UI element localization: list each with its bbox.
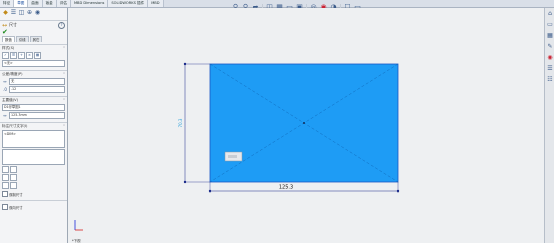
feature-manager-icon[interactable]: ◆ bbox=[2, 9, 9, 16]
property-manager-icon[interactable]: ☰ bbox=[10, 9, 17, 16]
tab-leaders[interactable]: 引线 bbox=[15, 36, 29, 42]
dual-dimension-row: 双制尺寸 bbox=[2, 191, 65, 197]
property-manager: ◆ ☰ ◫ ⊕ ◉ ↔ 尺寸 ? ✔ 数值 引线 其它 样式(S) ˄ ✓ ☰ +… bbox=[0, 8, 68, 243]
tab-0[interactable]: 特征 bbox=[0, 0, 15, 7]
tab-4[interactable]: 评估 bbox=[56, 0, 71, 7]
tab-value[interactable]: 数值 bbox=[2, 36, 15, 42]
configuration-manager-icon[interactable]: ◫ bbox=[18, 9, 25, 16]
dimension-text-title: 标注尺寸文字(I) bbox=[2, 124, 28, 128]
sketch-canvas[interactable]: 70.3 125.3 bbox=[68, 8, 544, 243]
ok-button[interactable]: ✔ bbox=[0, 29, 67, 36]
horizontal-dimension-text[interactable]: 125.3 bbox=[279, 185, 293, 191]
style-save-icon[interactable]: ▦ bbox=[34, 52, 41, 59]
pm-title: 尺寸 bbox=[9, 22, 18, 27]
dimension-value-icon: ↔ bbox=[3, 113, 7, 118]
two-way-checkbox[interactable] bbox=[2, 204, 8, 210]
align-left-button[interactable] bbox=[2, 166, 9, 173]
tolerance-type-icon: ↔ bbox=[3, 79, 7, 84]
dimension-endpoint[interactable] bbox=[183, 180, 187, 184]
dual-dimension-checkbox[interactable] bbox=[2, 191, 8, 197]
dimension-text-section: 标注尺寸文字(I) ˄ <DIM> 双制尺寸 bbox=[0, 122, 67, 198]
diameter-button[interactable] bbox=[2, 182, 9, 189]
vertical-dimension-text[interactable]: 70.3 bbox=[178, 118, 183, 127]
manager-tabs: ◆ ☰ ◫ ⊕ ◉ bbox=[0, 8, 67, 21]
appearance-icon[interactable]: ◉ bbox=[546, 54, 554, 62]
help-icon[interactable]: ? bbox=[58, 21, 65, 29]
resources-icon[interactable]: ☷ bbox=[546, 76, 554, 84]
primary-value-title: 主要值(V) bbox=[2, 98, 19, 102]
dimension-endpoint[interactable] bbox=[208, 189, 212, 193]
tab-other[interactable]: 其它 bbox=[29, 36, 43, 42]
primary-value-section: 主要值(V) ˄ D1@草图1 ↔ 125.3mm bbox=[0, 96, 67, 120]
style-apply-icon[interactable]: ✓ bbox=[2, 52, 9, 59]
style-add-icon[interactable]: + bbox=[18, 52, 25, 59]
tolerance-section: 公差/精度(P) ˄ ↔ 无 .0 .12 bbox=[0, 70, 67, 94]
custom-props-icon[interactable]: ☰ bbox=[546, 65, 554, 73]
tab-6[interactable]: SOLIDWORKS 插件 bbox=[108, 0, 149, 7]
dual-dimension-label: 双制尺寸 bbox=[9, 192, 23, 197]
view-palette-icon[interactable]: ✎ bbox=[546, 43, 554, 51]
tolerance-section-title: 公差/精度(P) bbox=[2, 72, 23, 76]
style-delete-icon[interactable]: × bbox=[26, 52, 33, 59]
chevron-up-icon[interactable]: ˄ bbox=[63, 72, 65, 77]
tab-2[interactable]: 曲面 bbox=[28, 0, 43, 7]
tab-7[interactable]: MBD bbox=[148, 0, 164, 7]
precision-dropdown[interactable]: .12 bbox=[9, 86, 65, 93]
graphics-area[interactable]: 70.3 125.3 *下视 bbox=[68, 8, 544, 243]
style-section: 样式(S) ˄ ✓ ☰ + × ▦ <无> bbox=[0, 44, 67, 68]
style-section-title: 样式(S) bbox=[2, 46, 15, 50]
dimension-input-inner bbox=[228, 155, 237, 158]
parts-icon[interactable]: ▭ bbox=[546, 21, 554, 29]
tab-1[interactable]: 草图 bbox=[14, 0, 29, 7]
style-load-icon[interactable]: ☰ bbox=[10, 52, 17, 59]
two-way-label: 双向尺寸 bbox=[9, 205, 23, 210]
align-center-button[interactable] bbox=[10, 166, 17, 173]
chevron-up-icon[interactable]: ˄ bbox=[63, 98, 65, 103]
dimension-name-field[interactable]: D1@草图1 bbox=[2, 104, 65, 111]
display-manager-icon[interactable]: ◉ bbox=[34, 9, 41, 16]
symbol-button[interactable] bbox=[10, 174, 17, 181]
justify-buttons bbox=[2, 166, 22, 189]
style-dropdown[interactable]: <无> bbox=[2, 60, 65, 67]
two-way-section: 双向尺寸 bbox=[0, 200, 67, 211]
degree-button[interactable] bbox=[10, 182, 17, 189]
precision-icon: .0 bbox=[3, 87, 7, 92]
dimension-endpoint[interactable] bbox=[396, 189, 400, 193]
two-way-row: 双向尺寸 bbox=[2, 204, 65, 210]
task-pane: ⌂ ▭ ▦ ✎ ◉ ☰ ☷ bbox=[544, 8, 554, 243]
dimension-text-top[interactable]: <DIM> bbox=[2, 130, 65, 148]
tolerance-type-dropdown[interactable]: 无 bbox=[9, 78, 65, 85]
dimension-value-field[interactable]: 125.3mm bbox=[9, 112, 65, 119]
chevron-up-icon[interactable]: ˄ bbox=[63, 46, 65, 51]
home-icon[interactable]: ⌂ bbox=[546, 10, 554, 18]
file-explorer-icon[interactable]: ▦ bbox=[546, 32, 554, 40]
tab-3[interactable]: 钣金 bbox=[42, 0, 57, 7]
center-point[interactable] bbox=[303, 122, 305, 124]
view-label: *下视 bbox=[72, 239, 81, 243]
dimension-endpoint[interactable] bbox=[183, 62, 187, 66]
pm-sub-tabs: 数值 引线 其它 bbox=[0, 36, 67, 42]
pm-header: ↔ 尺寸 ? bbox=[0, 21, 67, 29]
tab-5[interactable]: MBD Dimensions bbox=[70, 0, 109, 7]
chevron-up-icon[interactable]: ˄ bbox=[63, 124, 65, 129]
dimension-text-bottom[interactable] bbox=[2, 149, 65, 165]
dimxpert-icon[interactable]: ⊕ bbox=[26, 9, 33, 16]
align-right-button[interactable] bbox=[2, 174, 9, 181]
